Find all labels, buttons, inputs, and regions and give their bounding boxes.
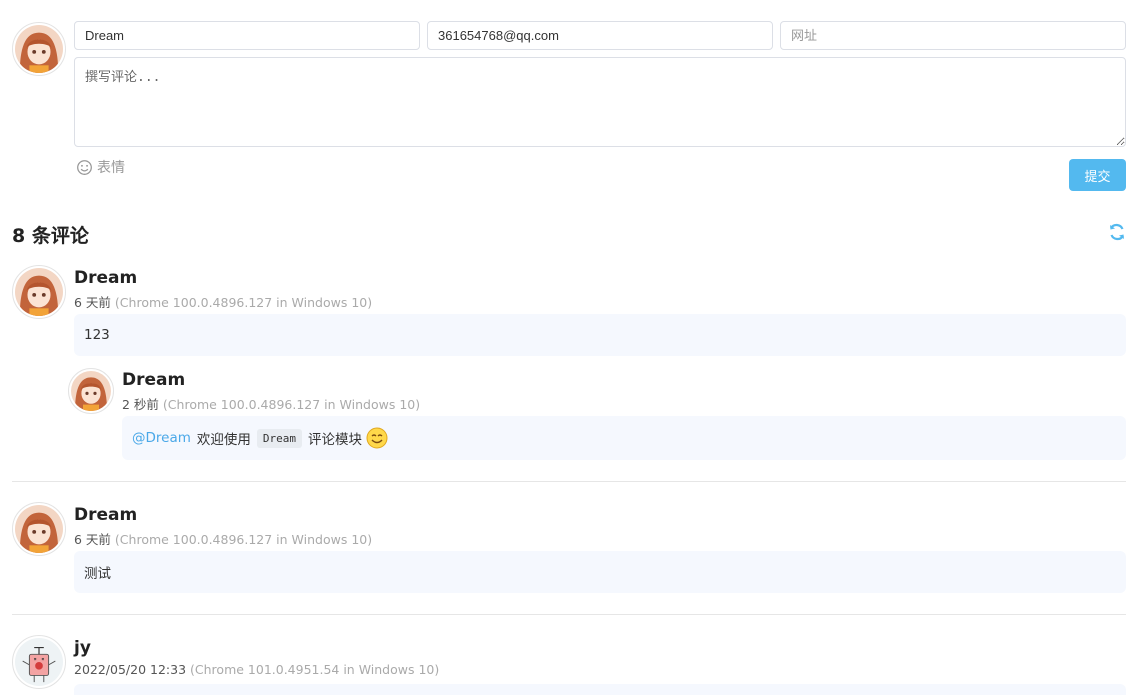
reply-nick[interactable]: Dream: [122, 370, 185, 390]
emoji-button[interactable]: 表情: [76, 157, 125, 177]
reply-avatar: [68, 368, 114, 414]
comment-textarea[interactable]: [74, 57, 1126, 147]
emoji-label: 表情: [97, 160, 125, 176]
nick-input[interactable]: [74, 21, 420, 50]
comment-nick[interactable]: Dream: [74, 505, 137, 525]
comment-text: 测试: [84, 566, 111, 582]
divider: [12, 481, 1126, 482]
comment-content: 测试: [74, 551, 1126, 593]
smile-emoji-icon: [366, 427, 388, 449]
comment-ua: (Chrome 100.0.4896.127 in Windows 10): [114, 532, 373, 547]
comment-time: 6 天前: [74, 532, 111, 547]
comment-nick[interactable]: jy: [74, 638, 91, 658]
comment-nick[interactable]: Dream: [74, 268, 137, 288]
comment-ua: (Chrome 101.0.4951.54 in Windows 10): [190, 662, 440, 677]
current-user-avatar: [12, 22, 66, 76]
reply-meta: 2 秒前 (Chrome 100.0.4896.127 in Windows 1…: [122, 394, 420, 413]
email-input[interactable]: [427, 21, 773, 50]
comment-avatar: [12, 265, 66, 319]
comment-time: 2022/05/20 12:33: [74, 662, 187, 677]
mention-link[interactable]: @Dream: [132, 430, 191, 446]
comment-meta: 2022/05/20 12:33 (Chrome 101.0.4951.54 i…: [74, 662, 439, 677]
url-input[interactable]: [780, 21, 1126, 50]
comment-avatar: [12, 635, 66, 689]
inline-code: Dream: [256, 428, 303, 448]
submit-button[interactable]: 提交: [1069, 159, 1126, 191]
reply-time: 2 秒前: [122, 397, 159, 412]
comment-avatar: [12, 502, 66, 556]
comment-ua: (Chrome 100.0.4896.127 in Windows 10): [114, 295, 373, 310]
reply-content: @Dream 欢迎使用 Dream 评论模块: [122, 416, 1126, 460]
comment-text: 123: [84, 327, 110, 343]
comment-count: 8 条评论: [12, 225, 89, 247]
comment-content: [74, 684, 1126, 695]
comment-time: 6 天前: [74, 295, 111, 310]
comment-content: 123: [74, 314, 1126, 356]
smile-face-icon: [77, 159, 92, 175]
reply-text-before: 欢迎使用: [196, 432, 251, 448]
comment-meta: 6 天前 (Chrome 100.0.4896.127 in Windows 1…: [74, 292, 372, 311]
divider: [12, 614, 1126, 615]
reply-ua: (Chrome 100.0.4896.127 in Windows 10): [162, 397, 421, 412]
reply-text-after: 评论模块: [308, 432, 363, 448]
refresh-icon[interactable]: [1107, 222, 1127, 242]
comment-meta: 6 天前 (Chrome 100.0.4896.127 in Windows 1…: [74, 529, 372, 548]
